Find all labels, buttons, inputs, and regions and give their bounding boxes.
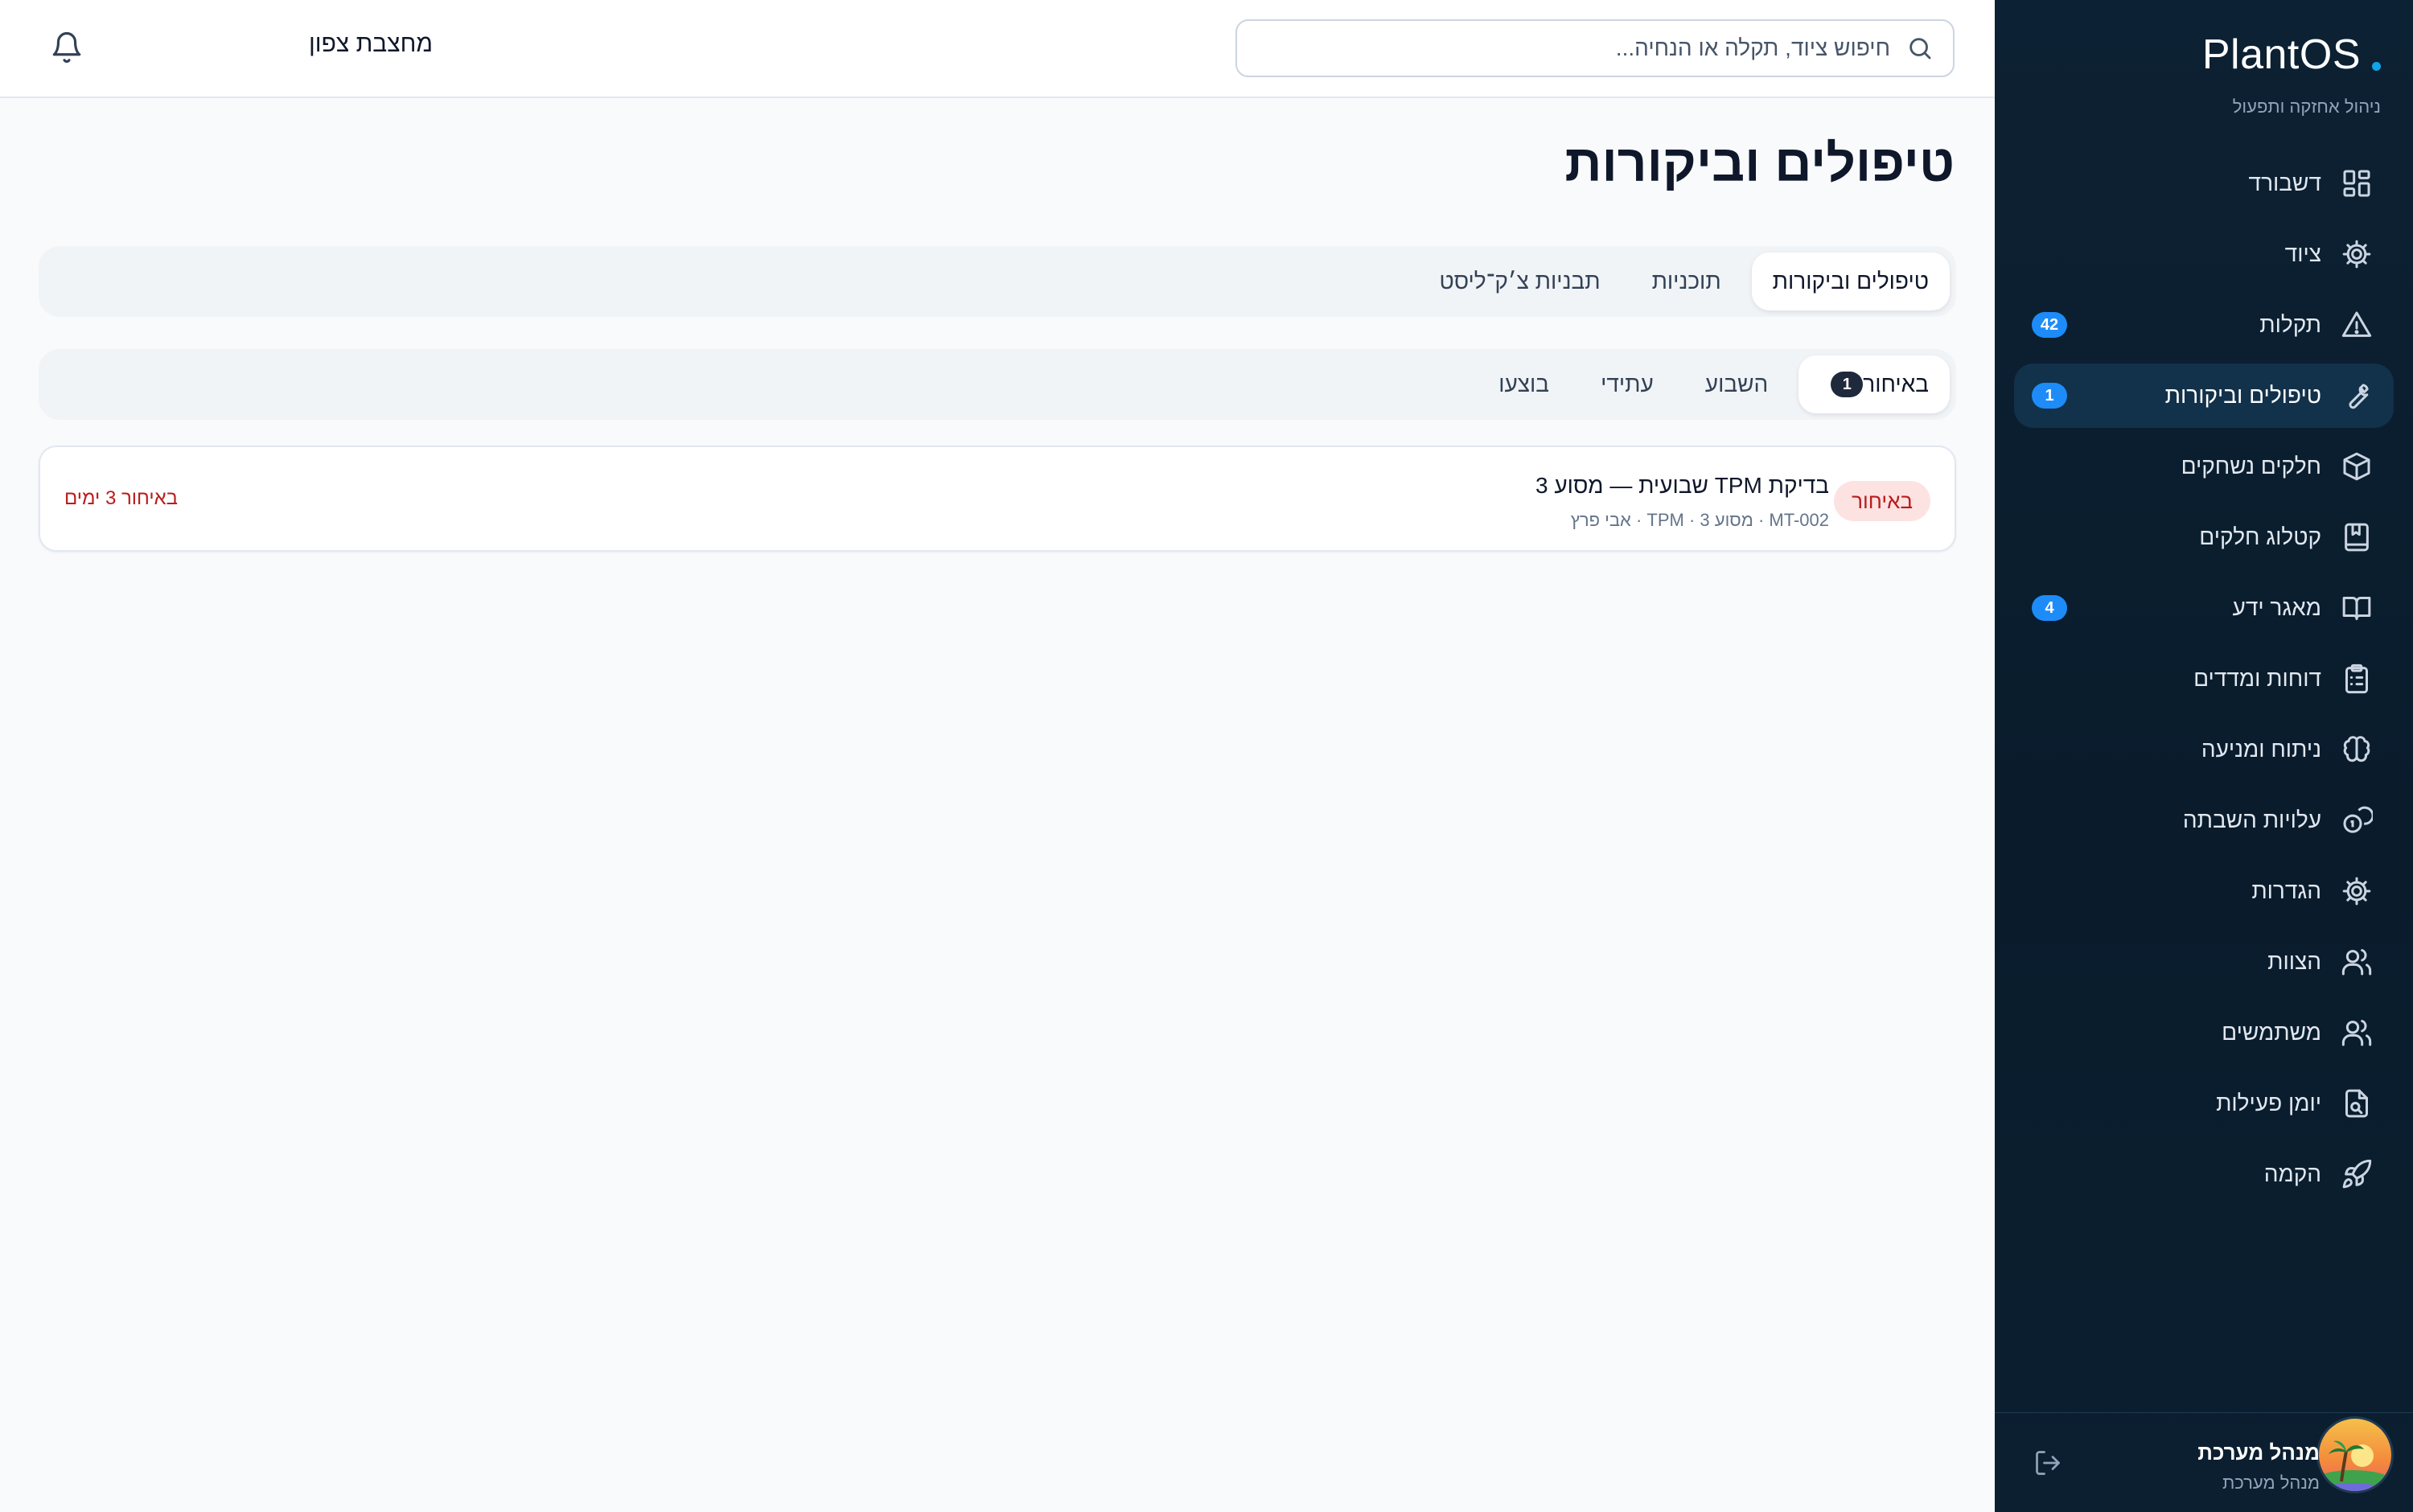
faults-count-badge: 42: [2032, 312, 2067, 338]
search-icon: [1906, 35, 1934, 62]
user-name: מנהל מערכת: [2197, 1440, 2320, 1465]
file-search-icon: [2341, 1087, 2373, 1120]
settings-icon: [2341, 875, 2373, 907]
bell-icon[interactable]: [50, 31, 84, 64]
sidebar-item-knowledge-base[interactable]: מאגר ידע 4: [2014, 576, 2394, 640]
sidebar-item-reports[interactable]: דוחות ומדדים: [2014, 647, 2394, 711]
sidebar-item-label: הקמה: [2263, 1161, 2321, 1186]
filter-count-badge: 1: [1831, 372, 1864, 397]
sidebar-item-label: ניתוח ומניעה: [2201, 737, 2321, 762]
sidebar-item-downtime-costs[interactable]: עלויות השבתה: [2014, 788, 2394, 853]
status-badge: באיחור: [1834, 481, 1930, 521]
dashboard-icon: [2341, 167, 2373, 199]
sidebar-item-parts-catalog[interactable]: קטלוג חלקים: [2014, 505, 2394, 569]
sidebar-item-settings[interactable]: הגדרות: [2014, 859, 2394, 923]
sidebar-item-activity-log[interactable]: יומן פעילות: [2014, 1071, 2394, 1136]
top-bar: מחצבת צפון: [0, 0, 1995, 98]
maintenance-count-badge: 1: [2032, 383, 2067, 409]
sidebar-item-label: דוחות ומדדים: [2193, 666, 2321, 691]
sidebar-item-label: דשבורד: [2248, 171, 2321, 195]
sidebar-item-label: הגדרות: [2251, 878, 2321, 903]
tab-maintenance[interactable]: טיפולים וביקורות: [1751, 253, 1950, 310]
brand-name: PlantOS: [2201, 31, 2361, 78]
brand-logo[interactable]: PlantOS: [2202, 31, 2381, 79]
sidebar-item-label: תקלות: [2259, 312, 2321, 337]
sidebar-item-setup[interactable]: הקמה: [2014, 1142, 2394, 1206]
team-icon: [2341, 946, 2373, 978]
user-panel: מנהל מערכת מנהל מערכת: [1995, 1412, 2413, 1512]
sidebar-item-label: עלויות השבתה: [2182, 807, 2321, 832]
tab-plans[interactable]: תוכניות: [1631, 253, 1742, 310]
sidebar-item-equipment[interactable]: ציוד: [2014, 222, 2394, 286]
filter-upcoming[interactable]: עתידי: [1580, 355, 1675, 413]
sidebar-item-label: הצוות: [2267, 949, 2321, 974]
sidebar-item-label: ציוד: [2284, 241, 2321, 266]
sidebar-item-label: קטלוג חלקים: [2199, 524, 2321, 549]
alert-triangle-icon: [2341, 309, 2373, 341]
wrench-icon: [2341, 380, 2373, 412]
knowledge-count-badge: 4: [2032, 595, 2067, 621]
filter-completed[interactable]: בוצעו: [1478, 355, 1570, 413]
logout-icon[interactable]: [2033, 1448, 2062, 1477]
sidebar-item-maintenance[interactable]: טיפולים וביקורות 1: [2014, 364, 2394, 428]
brand-subtitle: ניהול אחזקה ותפעול: [2232, 97, 2381, 117]
user-role: מנהל מערכת: [2222, 1473, 2320, 1493]
site-selector[interactable]: מחצבת צפון: [309, 31, 433, 58]
sidebar-item-users[interactable]: משתמשים: [2014, 1000, 2394, 1065]
sidebar-item-faults[interactable]: תקלות 42: [2014, 293, 2394, 357]
tab-checklist-templates[interactable]: תבניות צ׳ק־ליסט: [1418, 253, 1621, 310]
book-bookmark-icon: [2341, 521, 2373, 553]
sidebar-item-label: משתמשים: [2222, 1020, 2321, 1045]
section-tabs: טיפולים וביקורות תוכניות תבניות צ׳ק־ליסט: [39, 246, 1956, 317]
sidebar-item-label: יומן פעילות: [2216, 1091, 2321, 1116]
sidebar-item-label: חלקים נשחקים: [2181, 454, 2321, 479]
brand-dot: [2372, 62, 2381, 71]
sidebar-item-dashboard[interactable]: דשבורד: [2014, 151, 2394, 216]
status-filters: באיחור 1 השבוע עתידי בוצעו: [39, 349, 1956, 420]
sidebar: PlantOS ניהול אחזקה ותפעול דשבורד ציוד ת…: [1995, 0, 2413, 1512]
rocket-icon: [2341, 1158, 2373, 1190]
filter-this-week[interactable]: השבוע: [1684, 355, 1790, 413]
book-open-icon: [2341, 592, 2373, 624]
overdue-duration: באיחור 3 ימים: [64, 487, 179, 509]
sidebar-nav: דשבורד ציוד תקלות 42 טיפולים וביקורות 1 …: [2014, 151, 2394, 1213]
gear-icon: [2341, 238, 2373, 270]
sidebar-item-team[interactable]: הצוות: [2014, 930, 2394, 994]
task-card[interactable]: באיחור בדיקת TPM שבועית — מסוע 3 MT-002 …: [39, 446, 1956, 552]
task-title: בדיקת TPM שבועית — מסוע 3: [1535, 473, 1829, 498]
filter-label: באיחור: [1863, 372, 1929, 396]
sidebar-item-label: מאגר ידע: [2232, 595, 2321, 620]
coins-icon: [2341, 804, 2373, 836]
sidebar-item-analysis[interactable]: ניתוח ומניעה: [2014, 717, 2394, 782]
search-box[interactable]: [1235, 19, 1955, 77]
sidebar-item-wear-parts[interactable]: חלקים נשחקים: [2014, 434, 2394, 499]
brain-icon: [2341, 733, 2373, 766]
sidebar-item-label: טיפולים וביקורות: [2164, 383, 2321, 408]
clipboard-list-icon: [2341, 663, 2373, 695]
filter-overdue[interactable]: באיחור 1: [1798, 355, 1950, 413]
search-input[interactable]: [1256, 35, 1890, 61]
package-icon: [2341, 450, 2373, 483]
avatar-palm-icon[interactable]: [2316, 1416, 2394, 1494]
page-title: טיפולים וביקורות: [1564, 134, 1955, 192]
users-icon: [2341, 1017, 2373, 1049]
task-meta: MT-002 · מסוע 3 · TPM · אבי פרץ: [1570, 510, 1829, 530]
